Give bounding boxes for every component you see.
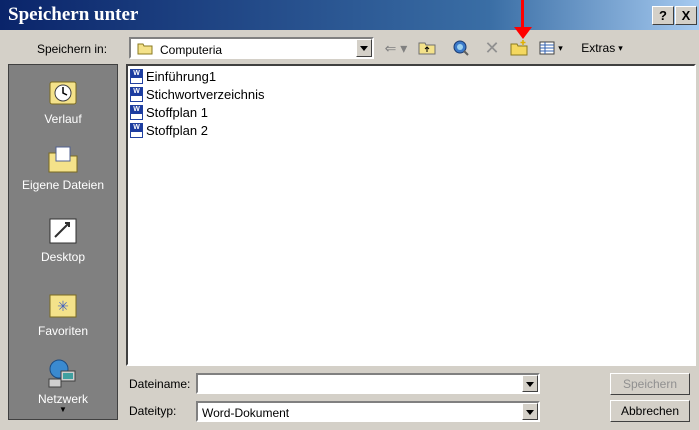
save-in-dropdown-arrow[interactable] xyxy=(356,39,372,57)
save-button[interactable]: Speichern xyxy=(610,373,690,395)
file-name: Stoffplan 2 xyxy=(146,122,208,138)
save-in-dropdown[interactable]: Computeria xyxy=(129,37,374,59)
filetype-select[interactable]: Word-Dokument xyxy=(196,401,540,422)
search-web-icon[interactable] xyxy=(450,37,472,59)
filename-label: Dateiname: xyxy=(129,377,191,391)
word-document-icon xyxy=(130,86,143,102)
annotation-arrow-line xyxy=(521,0,524,28)
word-document-icon xyxy=(130,104,143,120)
help-button[interactable]: ? xyxy=(652,6,674,25)
file-name: Stoffplan 1 xyxy=(146,104,208,120)
extras-menu[interactable]: Extras ▾ xyxy=(572,37,632,59)
desktop-icon xyxy=(47,215,79,247)
place-label: Favoriten xyxy=(37,324,89,338)
place-desktop[interactable]: Desktop xyxy=(9,215,117,264)
file-list[interactable]: Einführung1 Stichwortverzeichnis Stoffpl… xyxy=(126,64,696,366)
save-in-value: Computeria xyxy=(160,43,223,57)
my-documents-icon xyxy=(47,143,79,175)
title-bar[interactable]: Speichern unter ? X xyxy=(0,0,699,30)
new-folder-icon[interactable] xyxy=(508,37,530,59)
close-button[interactable]: X xyxy=(675,6,697,25)
filetype-value: Word-Dokument xyxy=(202,406,290,420)
file-name: Stichwortverzeichnis xyxy=(146,86,265,102)
place-my-documents[interactable]: Eigene Dateien xyxy=(9,143,117,192)
network-icon xyxy=(47,357,79,389)
views-icon[interactable]: ▾ xyxy=(536,37,566,59)
word-document-icon xyxy=(130,122,143,138)
favorites-icon: ✳ xyxy=(47,289,79,321)
svg-text:✳: ✳ xyxy=(57,299,69,315)
file-name: Einführung1 xyxy=(146,68,217,84)
place-label: Desktop xyxy=(40,250,86,264)
filename-dropdown-arrow[interactable] xyxy=(522,375,538,392)
filename-input[interactable] xyxy=(196,373,540,394)
place-label: Eigene Dateien xyxy=(21,178,105,192)
up-folder-icon[interactable] xyxy=(416,37,438,59)
extras-label: Extras xyxy=(581,41,616,55)
scroll-down-icon[interactable]: ▼ xyxy=(9,406,117,414)
delete-icon[interactable]: ✕ xyxy=(482,37,502,59)
folder-icon xyxy=(137,43,153,55)
cancel-button[interactable]: Abbrechen xyxy=(610,400,690,422)
back-arrow-icon[interactable]: ⇐ ▾ xyxy=(383,37,409,59)
file-item[interactable]: Stichwortverzeichnis xyxy=(130,85,265,103)
save-as-dialog: Speichern unter ? X Speichern in: Comput… xyxy=(0,0,699,430)
filetype-dropdown-arrow[interactable] xyxy=(522,403,538,420)
filetype-label: Dateityp: xyxy=(129,404,177,418)
place-favorites[interactable]: ✳ Favoriten xyxy=(9,289,117,338)
place-network[interactable]: Netzwerk ▼ xyxy=(9,357,117,414)
window-title: Speichern unter xyxy=(8,4,139,25)
place-label: Verlauf xyxy=(44,112,82,126)
places-bar: Verlauf Eigene Dateien Desktop ✳ Favorit… xyxy=(8,64,118,420)
save-in-label: Speichern in: xyxy=(37,42,108,56)
history-icon xyxy=(47,77,79,109)
place-label: Netzwerk xyxy=(37,392,88,406)
word-document-icon xyxy=(130,68,143,84)
file-item[interactable]: Einführung1 xyxy=(130,67,216,85)
file-item[interactable]: Stoffplan 2 xyxy=(130,121,208,139)
chevron-down-icon: ▾ xyxy=(618,42,623,53)
place-history[interactable]: Verlauf xyxy=(9,77,117,126)
file-item[interactable]: Stoffplan 1 xyxy=(130,103,208,121)
